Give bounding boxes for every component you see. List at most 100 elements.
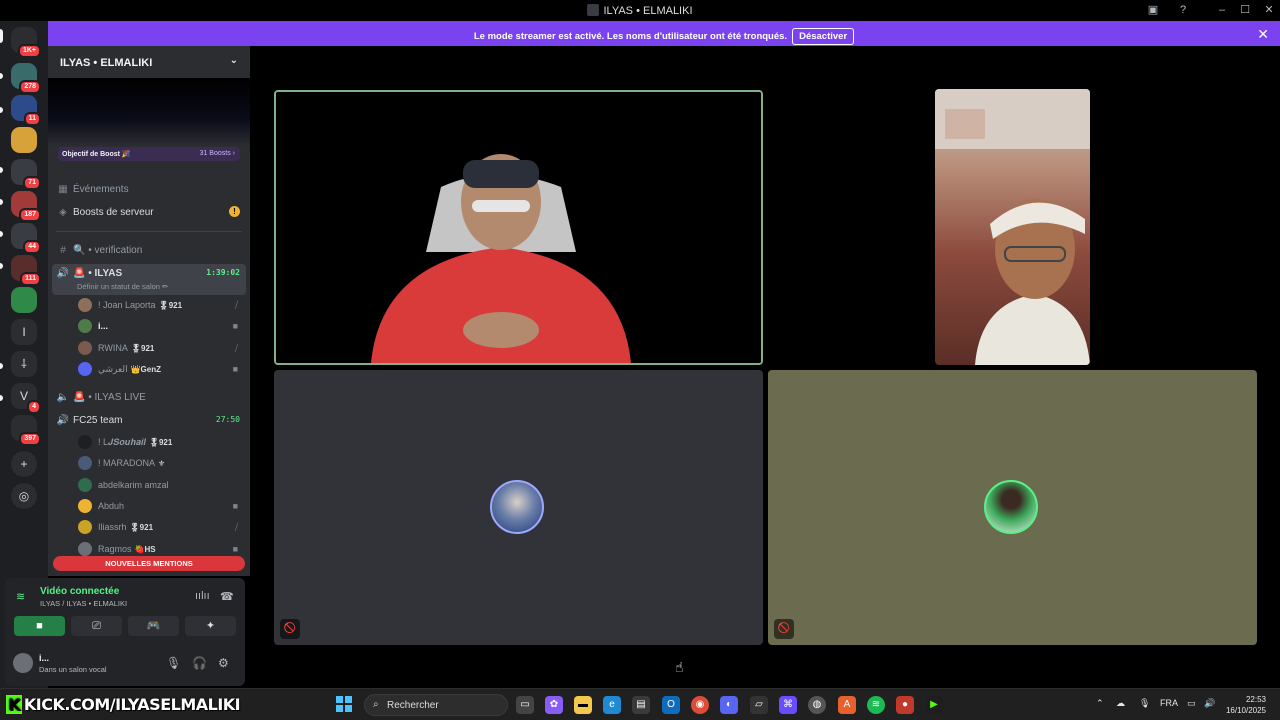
volume-icon[interactable]: 🔊 <box>1204 698 1215 709</box>
voice-tile[interactable]: 🚫 <box>768 370 1257 645</box>
video-tile-camera[interactable] <box>935 89 1090 365</box>
server-icon[interactable]: 187 <box>11 191 41 222</box>
server-icon[interactable]: 397 <box>11 415 41 446</box>
app-icon[interactable]: ▱ <box>750 696 768 714</box>
microphone-icon[interactable]: 🎙 <box>1139 698 1150 709</box>
server-icon[interactable]: 11 <box>11 95 41 126</box>
discord-icon[interactable]: ◐ <box>720 696 738 714</box>
server-icon[interactable]: 278 <box>11 63 41 94</box>
close-window-button[interactable]: ✕ <box>1261 3 1277 17</box>
user-name: ! Joan Laporta <box>98 300 156 310</box>
outlook-icon[interactable]: O <box>662 696 680 714</box>
speaker-icon: 🔊 <box>56 415 70 426</box>
user-name: i... <box>98 321 109 332</box>
avatar <box>78 456 92 471</box>
voice-tile[interactable]: 🚫 <box>274 370 763 645</box>
screen-share-icon: ⎚ <box>92 620 101 632</box>
maximize-button[interactable]: ☐ <box>1237 3 1253 17</box>
user-tag: ⚜ <box>158 459 166 469</box>
discover-icon[interactable]: ◎ <box>11 483 37 509</box>
help-icon[interactable]: ? <box>1175 3 1191 17</box>
channel-status[interactable]: Définir un statut de salon ✏ <box>77 282 250 291</box>
video-tile-speaking[interactable] <box>274 90 763 365</box>
channel-ilyas-live[interactable]: 🔈 🚨 • ILYAS LIVE <box>56 392 244 403</box>
server-header[interactable]: ILYAS • ELMALIKI ⌄ <box>48 46 250 78</box>
obs-icon[interactable]: ● <box>896 696 914 714</box>
camera-button[interactable]: ■ <box>14 616 65 636</box>
new-mentions-button[interactable]: NOUVELLES MENTIONS <box>53 556 245 571</box>
soundboard-icon: ✦ <box>205 620 216 632</box>
task-view-icon[interactable]: ▭ <box>516 696 534 714</box>
minimize-button[interactable]: – <box>1214 3 1230 17</box>
close-banner-icon[interactable]: ✕ <box>1257 26 1269 43</box>
video-icon: ■ <box>232 321 238 332</box>
app-icon[interactable]: A <box>838 696 856 714</box>
server-icon[interactable] <box>11 287 37 313</box>
chrome-icon[interactable]: ◉ <box>691 696 709 714</box>
cloud-icon[interactable]: ☁ <box>1116 698 1125 709</box>
file-explorer-icon[interactable]: ▬ <box>574 696 592 714</box>
store-icon[interactable]: ▤ <box>632 696 650 714</box>
boost-goal-bar[interactable]: Objectif de Boost 🎉 31 Boosts › <box>58 147 240 161</box>
server-letter[interactable]: I <box>11 319 37 345</box>
add-server-icon[interactable]: + <box>11 451 37 477</box>
avatar[interactable] <box>13 653 33 673</box>
user-name: العرشي <box>98 363 128 374</box>
voice-user[interactable]: العرشي 👑GenZ ■ <box>76 361 244 377</box>
server-icon[interactable] <box>11 127 37 153</box>
server-icon[interactable]: 71 <box>11 159 41 190</box>
network-icon[interactable]: ▭ <box>1187 698 1196 709</box>
user-tag: 🎖921 <box>129 523 154 533</box>
gamepad-icon[interactable]: ⌘ <box>779 696 797 714</box>
voice-user[interactable]: i... ■ <box>76 318 244 334</box>
events-item[interactable]: ▦ Événements <box>56 184 244 195</box>
channel-verification[interactable]: # 🔍 • verification <box>56 245 244 256</box>
screen-share-button[interactable]: ⎚ <box>71 616 122 636</box>
server-boosts-item[interactable]: ◈ Boosts de serveur! <box>56 206 244 218</box>
server-letter[interactable]: V4 <box>11 383 41 414</box>
voice-user[interactable]: Abduh ■ <box>76 498 244 514</box>
voice-user[interactable]: ! Joan Laporta 🎖921 ⧸ <box>76 297 244 313</box>
user-status: Dans un salon vocal <box>39 665 107 674</box>
inbox-icon[interactable]: ▣ <box>1145 3 1161 17</box>
activity-button[interactable]: 🎮 <box>128 616 179 636</box>
app-icon[interactable]: ◍ <box>808 696 826 714</box>
taskbar-search[interactable]: ⌕ Rechercher <box>364 694 508 716</box>
disable-streamer-button[interactable]: Désactiver <box>792 28 855 45</box>
user-name[interactable]: i... <box>39 653 49 663</box>
disconnect-icon[interactable]: ☎ <box>220 590 234 603</box>
avatar <box>78 435 92 449</box>
headphones-icon[interactable]: 🎧 <box>192 656 207 670</box>
voice-location[interactable]: ILYAS / ILYAS • ELMALIKI <box>40 599 127 608</box>
muted-icon: ⧸ <box>234 522 238 533</box>
kick-icon[interactable]: ▶ <box>925 696 943 714</box>
voice-user[interactable]: ! L𝑱𝑺𝒐𝒖𝒉𝒂𝒊𝒍 🎖921 <box>76 434 244 450</box>
windows-start-icon[interactable] <box>336 696 352 712</box>
clock[interactable]: 22:53 16/10/2025 <box>1226 694 1266 716</box>
channel-ilyas[interactable]: 🔊 🚨 • ILYAS 1:39:02 <box>56 268 244 279</box>
streamer-mode-banner: Le mode streamer est activé. Les noms d'… <box>48 21 1280 46</box>
voice-user[interactable]: RWINA 🎖921 ⧸ <box>76 340 244 356</box>
spotify-icon[interactable]: ≋ <box>867 696 885 714</box>
discord-home-icon[interactable]: 1K+ <box>11 27 41 58</box>
soundboard-button[interactable]: ✦ <box>185 616 236 636</box>
server-icon[interactable]: 111 <box>11 255 41 286</box>
voice-user[interactable]: abdelkarim amzal <box>76 477 244 493</box>
noise-suppression-icon[interactable]: ıılıı <box>195 590 210 602</box>
channel-fc25[interactable]: 🔊 FC25 team 27:50 <box>56 415 244 426</box>
voice-user[interactable]: Iliassrh 🎖921 ⧸ <box>76 519 244 535</box>
server-icon[interactable]: 44 <box>11 223 41 254</box>
muted-icon: 🚫 <box>280 619 300 639</box>
copilot-icon[interactable]: ✿ <box>545 696 563 714</box>
voice-user[interactable]: ! MARADONA ⚜ <box>76 455 244 471</box>
chevron-up-icon[interactable]: ⌃ <box>1096 698 1104 709</box>
settings-icon[interactable]: ⚙ <box>218 656 229 670</box>
microphone-icon[interactable]: 🎙 <box>166 656 181 670</box>
chevron-down-icon[interactable]: ⌄ <box>230 55 238 66</box>
edge-icon[interactable]: e <box>603 696 621 714</box>
server-icon[interactable]: ⸸ <box>11 351 37 377</box>
voice-user[interactable]: Ragmos 🍓HS ■ <box>76 541 244 557</box>
signal-icon[interactable]: ≋ <box>16 590 25 603</box>
language-indicator[interactable]: FRA <box>1160 698 1178 708</box>
voice-status[interactable]: Vidéo connectée <box>40 586 119 597</box>
